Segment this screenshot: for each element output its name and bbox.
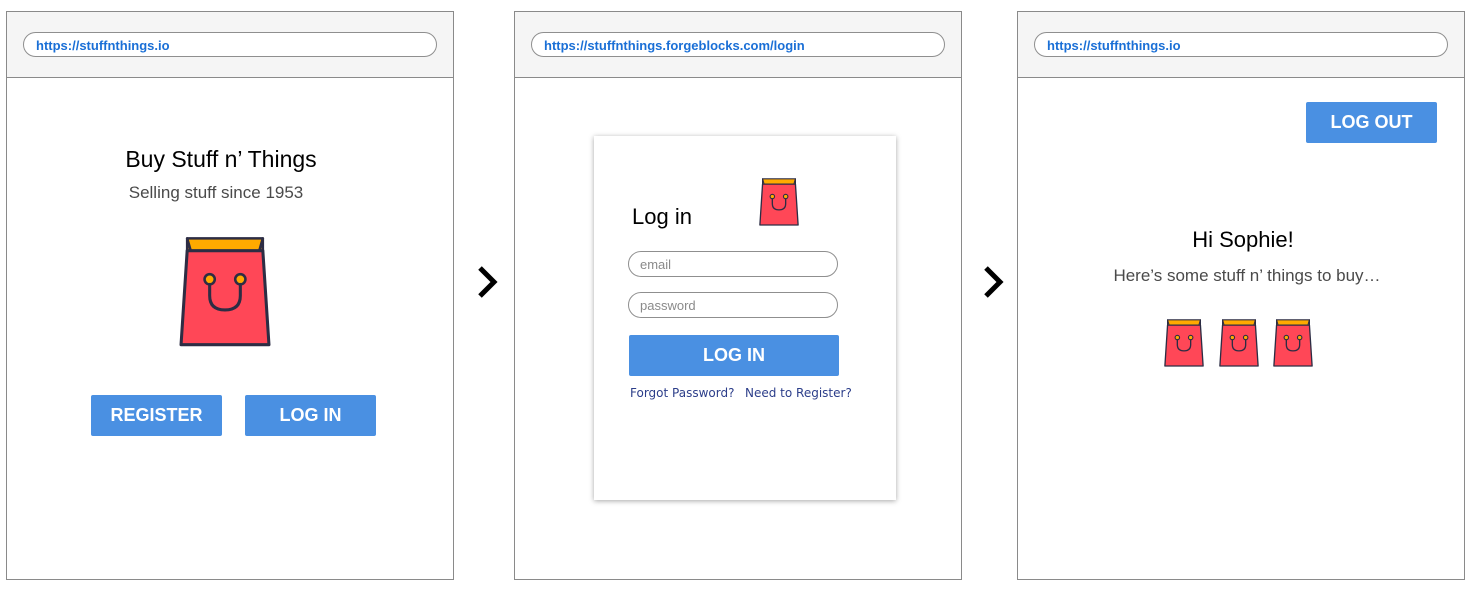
welcome-message: Here’s some stuff n’ things to buy…	[1113, 266, 1381, 285]
chevron-right-icon	[984, 266, 1004, 298]
page-subtitle: Selling stuff since 1953	[128, 183, 304, 202]
password-field[interactable]	[628, 292, 838, 318]
screen-home: https://stuffnthings.io Buy Stuff n’ Thi…	[6, 11, 454, 580]
address-bar-url: https://stuffnthings.io	[36, 38, 170, 53]
greeting: Hi Sophie!	[1192, 227, 1294, 252]
forgot-password-link[interactable]: Forgot Password?	[630, 386, 734, 400]
shopping-bag-icon	[179, 236, 271, 347]
shopping-bag-icon[interactable]	[1273, 317, 1313, 367]
logout-button[interactable]: LOG OUT	[1306, 102, 1437, 143]
shopping-bag-icon[interactable]	[1219, 317, 1259, 367]
browser-chrome: https://stuffnthings.io	[1018, 12, 1464, 78]
browser-chrome: https://stuffnthings.io	[7, 12, 453, 78]
page-title: Buy Stuff n’ Things	[125, 146, 317, 172]
chevron-right-icon	[478, 266, 498, 298]
screen-dashboard: https://stuffnthings.io LOG OUT Hi Sophi…	[1017, 11, 1465, 580]
login-submit-button[interactable]: LOG IN	[629, 335, 839, 376]
need-to-register-link[interactable]: Need to Register?	[745, 386, 852, 400]
address-bar[interactable]: https://stuffnthings.io	[1034, 32, 1448, 57]
screen-login: https://stuffnthings.forgeblocks.com/log…	[514, 11, 962, 580]
browser-chrome: https://stuffnthings.forgeblocks.com/log…	[515, 12, 961, 78]
address-bar[interactable]: https://stuffnthings.forgeblocks.com/log…	[531, 32, 945, 57]
login-heading: Log in	[632, 204, 692, 229]
login-button[interactable]: LOG IN	[245, 395, 376, 436]
register-button[interactable]: REGISTER	[91, 395, 222, 436]
address-bar-url: https://stuffnthings.forgeblocks.com/log…	[544, 38, 805, 53]
login-card: Log in LOG IN Forgot Password? Need to R…	[594, 136, 896, 500]
address-bar-url: https://stuffnthings.io	[1047, 38, 1181, 53]
address-bar[interactable]: https://stuffnthings.io	[23, 32, 437, 57]
email-field[interactable]	[628, 251, 838, 277]
shopping-bag-icon	[759, 178, 799, 226]
shopping-bag-icon[interactable]	[1164, 317, 1204, 367]
